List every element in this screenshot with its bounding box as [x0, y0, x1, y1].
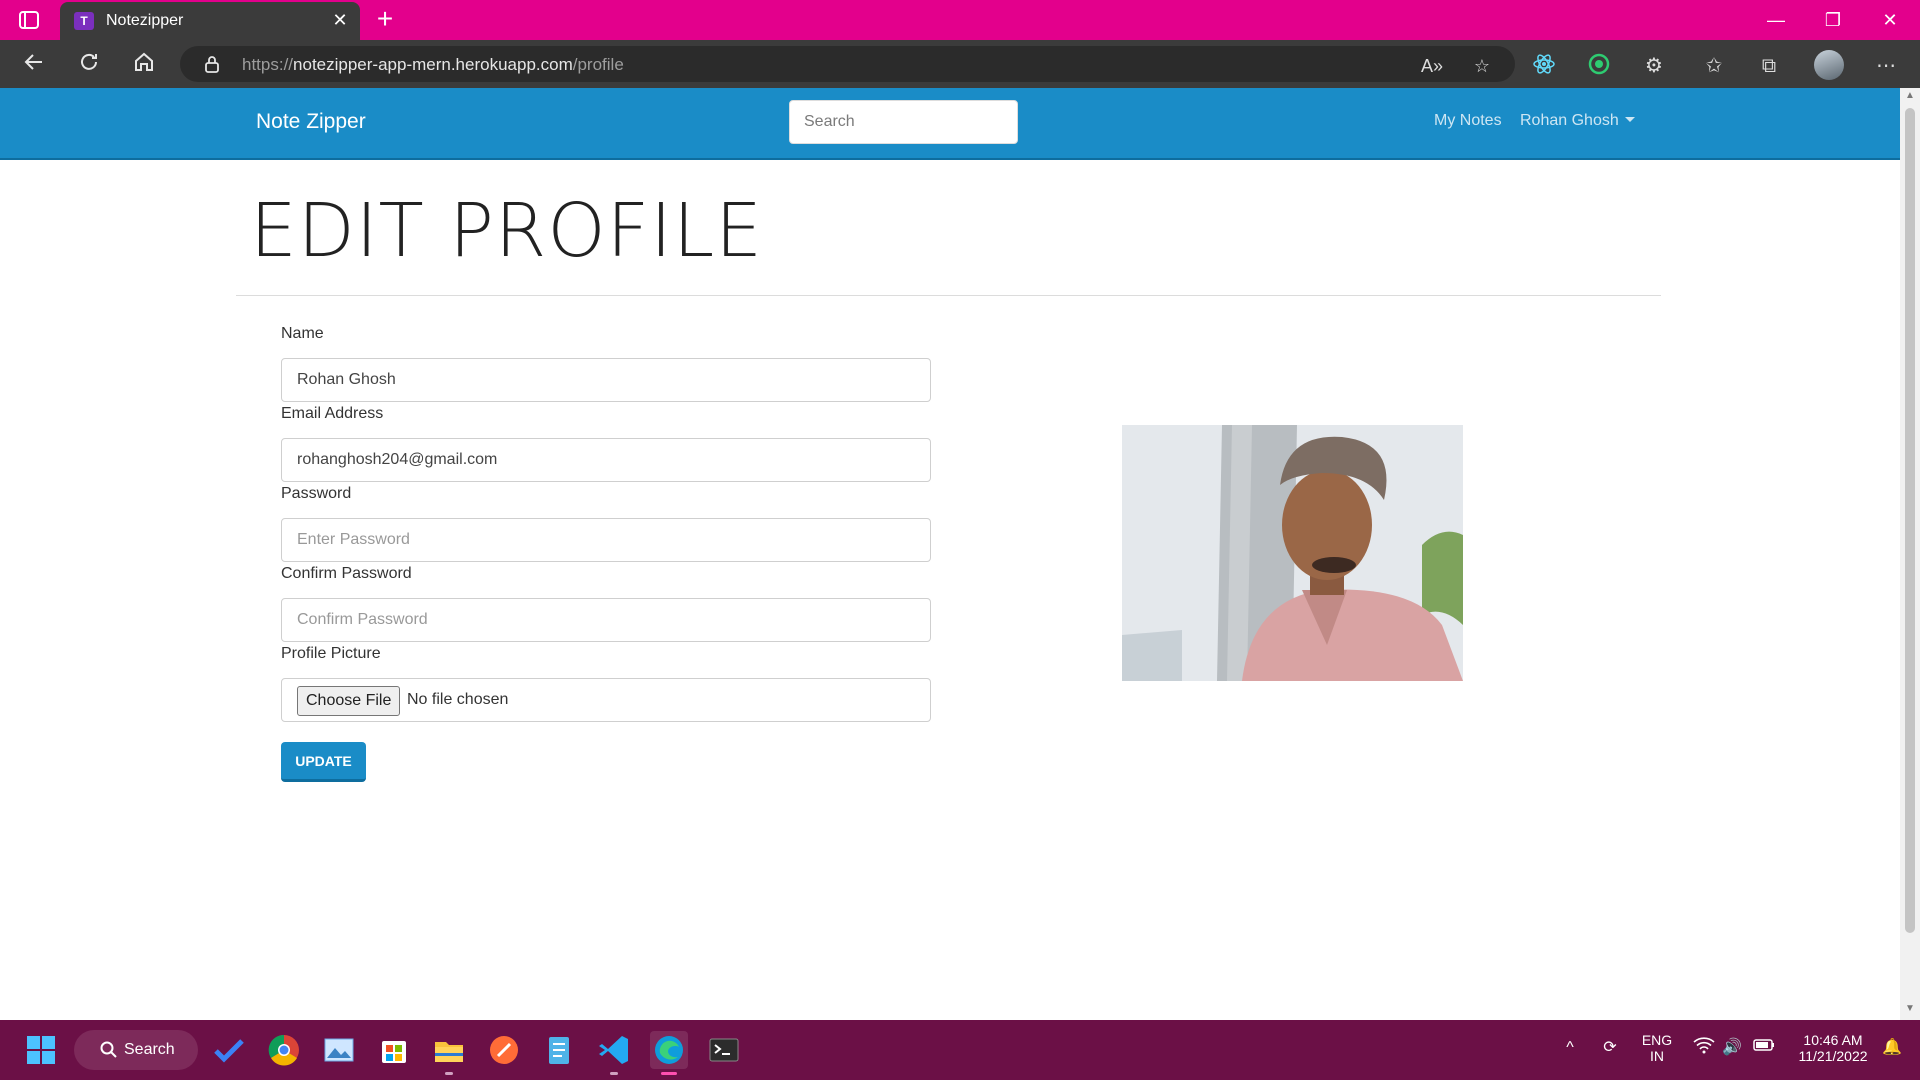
- email-input[interactable]: [281, 438, 931, 482]
- clock-time: 10:46 AM: [1803, 1032, 1863, 1048]
- brand-logo[interactable]: Note Zipper: [256, 110, 366, 134]
- sync-icon[interactable]: ⟳: [1598, 1036, 1622, 1060]
- page-scrollbar[interactable]: ▲ ▼: [1900, 88, 1920, 1020]
- password-input[interactable]: [281, 518, 931, 562]
- back-icon[interactable]: [18, 50, 50, 78]
- profile-picture-file-input[interactable]: Choose File No file chosen: [281, 678, 931, 722]
- chrome-icon[interactable]: [265, 1031, 303, 1069]
- tab-favicon-icon: T: [74, 12, 94, 30]
- name-input[interactable]: [281, 358, 931, 402]
- restore-icon[interactable]: ❐: [1813, 6, 1853, 34]
- show-hidden-icons-chevron-up-icon[interactable]: ^: [1558, 1036, 1582, 1060]
- scroll-thumb[interactable]: [1905, 108, 1915, 933]
- tab-close-icon[interactable]: ✕: [330, 10, 350, 30]
- lock-icon[interactable]: [202, 54, 222, 74]
- running-indicator: [445, 1072, 453, 1075]
- file-status-text: No file chosen: [407, 691, 509, 708]
- more-options-icon[interactable]: ⋯: [1872, 52, 1900, 80]
- active-indicator: [661, 1072, 677, 1075]
- new-tab-button[interactable]: +: [370, 4, 400, 34]
- user-menu-dropdown[interactable]: Rohan Ghosh: [1520, 112, 1635, 130]
- photos-app-icon[interactable]: [320, 1031, 358, 1069]
- taskbar: Search ^ ⟳ ENG IN 🔊 10:46 AM 11/21/2022 …: [0, 1020, 1920, 1080]
- windows-start-icon[interactable]: [22, 1031, 60, 1069]
- url-text[interactable]: https://notezipper-app-mern.herokuapp.co…: [242, 55, 624, 75]
- notepad-icon[interactable]: [540, 1031, 578, 1069]
- home-icon[interactable]: [128, 50, 160, 78]
- postman-icon[interactable]: [485, 1031, 523, 1069]
- react-devtools-icon[interactable]: [1530, 52, 1558, 80]
- browser-tab-active[interactable]: T Notezipper ✕: [60, 2, 360, 40]
- file-explorer-icon[interactable]: [430, 1031, 468, 1075]
- profile-picture-label: Profile Picture: [281, 645, 381, 662]
- search-icon: [100, 1041, 117, 1058]
- nav-my-notes-link[interactable]: My Notes: [1434, 112, 1502, 130]
- taskbar-search-label: Search: [124, 1041, 175, 1058]
- clock[interactable]: 10:46 AM 11/21/2022: [1788, 1032, 1878, 1064]
- tab-title: Notezipper: [106, 12, 184, 29]
- confirm-password-label: Confirm Password: [281, 565, 412, 582]
- tab-actions-icon[interactable]: [16, 8, 42, 32]
- clock-date: 11/21/2022: [1798, 1048, 1868, 1064]
- name-label: Name: [281, 325, 324, 342]
- language-code: ENG: [1641, 1032, 1673, 1048]
- url-scheme: https://: [242, 55, 294, 74]
- profile-picture-preview: [1122, 425, 1463, 681]
- close-window-icon[interactable]: ✕: [1870, 6, 1910, 34]
- taskbar-search[interactable]: Search: [74, 1030, 198, 1070]
- language-indicator[interactable]: ENG IN: [1638, 1032, 1676, 1064]
- running-indicator: [610, 1072, 618, 1075]
- microsoft-store-icon[interactable]: [375, 1031, 413, 1069]
- notifications-icon[interactable]: 🔔: [1880, 1036, 1904, 1060]
- confirm-password-input[interactable]: [281, 598, 931, 642]
- scroll-up-icon[interactable]: ▲: [1904, 90, 1916, 101]
- site-search-input[interactable]: [789, 100, 1018, 144]
- chevron-down-icon: [1624, 117, 1635, 122]
- todo-app-icon[interactable]: [210, 1031, 248, 1069]
- refresh-icon[interactable]: [73, 50, 105, 78]
- minimize-icon[interactable]: —: [1756, 6, 1796, 34]
- volume-icon[interactable]: 🔊: [1720, 1036, 1744, 1060]
- vscode-icon[interactable]: [595, 1031, 633, 1075]
- email-label: Email Address: [281, 405, 384, 422]
- add-favorite-icon[interactable]: ☆: [1470, 54, 1494, 78]
- user-menu-label: Rohan Ghosh: [1520, 112, 1619, 129]
- read-aloud-icon[interactable]: A»: [1420, 54, 1444, 78]
- site-header: Note Zipper My Notes Rohan Ghosh: [0, 88, 1900, 160]
- browser-profile-avatar[interactable]: [1814, 50, 1844, 80]
- favorites-icon[interactable]: ✩: [1700, 52, 1728, 80]
- battery-icon[interactable]: [1752, 1036, 1776, 1060]
- edge-icon[interactable]: [650, 1031, 688, 1075]
- browser-toolbar: https://notezipper-app-mern.herokuapp.co…: [0, 40, 1920, 88]
- choose-file-button[interactable]: Choose File: [297, 686, 401, 716]
- region-code: IN: [1650, 1048, 1664, 1064]
- page-title: EDIT PROFILE: [250, 188, 763, 274]
- update-button[interactable]: UPDATE: [281, 742, 366, 782]
- scroll-down-icon[interactable]: ▼: [1904, 1003, 1916, 1014]
- password-label: Password: [281, 485, 352, 502]
- terminal-icon[interactable]: [705, 1031, 743, 1069]
- browser-tab-strip: T Notezipper ✕ + — ❐ ✕: [0, 0, 1920, 40]
- url-path: /profile: [572, 55, 624, 74]
- wifi-icon[interactable]: [1692, 1036, 1716, 1060]
- web-page: Note Zipper My Notes Rohan Ghosh EDIT PR…: [0, 88, 1900, 1020]
- extensions-icon[interactable]: ⚙: [1640, 52, 1668, 80]
- title-divider: [236, 295, 1661, 296]
- url-host: notezipper-app-mern.herokuapp.com: [293, 55, 573, 74]
- extension-circle-icon[interactable]: [1585, 52, 1613, 80]
- address-bar[interactable]: https://notezipper-app-mern.herokuapp.co…: [180, 46, 1515, 82]
- collections-icon[interactable]: ⧉: [1755, 52, 1783, 80]
